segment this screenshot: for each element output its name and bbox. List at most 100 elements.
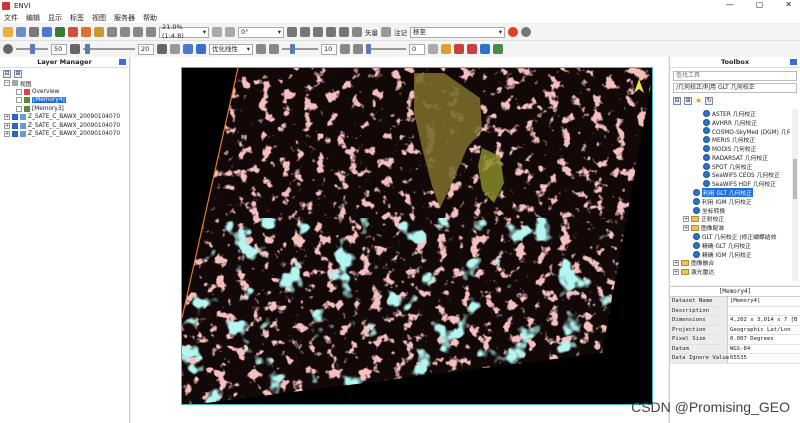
expand-icon[interactable]: + (4, 114, 10, 121)
vector-edit-icon[interactable] (352, 27, 362, 37)
chart-icon[interactable] (441, 44, 451, 54)
toolbox-item[interactable]: 精确 IGM 几何校正 (673, 250, 790, 259)
point-icon[interactable] (313, 27, 323, 37)
transparency-slider[interactable] (366, 44, 406, 54)
brightness-value[interactable]: 50 (51, 43, 67, 55)
layer-item-memory3[interactable]: [Memory3] (4, 105, 129, 114)
toolbox-item[interactable]: + 图像配准 (673, 223, 790, 232)
select-icon[interactable] (68, 27, 78, 37)
transparency-value[interactable]: 0 (409, 43, 425, 55)
toolbox-item[interactable]: 坐标转换 (673, 206, 790, 215)
menu-help[interactable]: 帮助 (143, 13, 157, 23)
rotate-right-icon[interactable] (225, 27, 235, 37)
menu-file[interactable]: 文件 (4, 13, 18, 23)
layer-icon[interactable] (480, 44, 490, 54)
pan-icon[interactable] (55, 27, 65, 37)
sharpen-slider[interactable] (282, 44, 318, 54)
expand-icon[interactable]: + (673, 268, 679, 275)
contrast-value[interactable]: 20 (138, 43, 154, 55)
menu-view[interactable]: 视图 (92, 13, 106, 23)
annotation-button[interactable]: 注记 (394, 27, 407, 37)
layer-item-memory4[interactable]: [Memory4] (4, 96, 129, 105)
toolbox-item[interactable]: SeaWiFS CEOS 几何校正 (673, 171, 790, 179)
property-value[interactable]: WGS-84 (728, 345, 750, 354)
layer-checkbox[interactable] (16, 97, 22, 104)
toolbox-item[interactable]: AVHRR 几何校正 (673, 118, 790, 127)
expand-icon[interactable]: + (4, 131, 10, 138)
layer-checkbox[interactable] (12, 114, 18, 121)
vector-icon[interactable] (287, 27, 297, 37)
property-value[interactable]: Geographic Lat/Lon (728, 326, 791, 335)
property-value[interactable] (728, 307, 730, 316)
layer-checkbox[interactable] (16, 88, 22, 95)
zoom-out-icon[interactable] (120, 27, 130, 37)
search-icon[interactable] (521, 27, 531, 37)
sharpen-toggle-icon[interactable] (269, 44, 279, 54)
property-value[interactable]: 4,202 x 3,014 x 7 [B (728, 316, 797, 325)
open-file-icon[interactable] (3, 27, 13, 37)
expand-icon[interactable]: + (683, 215, 689, 222)
satellite-image[interactable]: N (181, 67, 653, 405)
image-view[interactable]: N (131, 57, 668, 423)
toolbox-item[interactable]: RADARSAT 几何校正 (673, 153, 790, 162)
zoom-select[interactable]: 21.0% (1:4.8) ▾ (159, 23, 209, 40)
cursor-value-icon[interactable] (42, 27, 52, 37)
layer-item-sate-1[interactable]: + Z_SATE_C_BAWX_20090104070 (4, 113, 129, 122)
toolbox-item[interactable]: MERIS 几何校正 (673, 135, 790, 144)
zoom-in-icon[interactable] (107, 27, 117, 37)
layer-checkbox[interactable] (12, 122, 18, 129)
collapse-all-button[interactable]: ⊟ (673, 96, 681, 105)
minimize-button[interactable]: — (726, 0, 734, 9)
toolbox-item[interactable]: ASTER 几何校正 (673, 109, 790, 118)
toolbox-item[interactable]: MODIS 几何校正 (673, 144, 790, 153)
stretch-select[interactable]: 优化线性 ▾ (209, 43, 253, 55)
expand-all-button[interactable]: ⊞ (14, 69, 22, 78)
collapse-icon[interactable]: − (4, 80, 10, 87)
expand-icon[interactable]: + (673, 259, 679, 266)
roam-icon[interactable] (81, 27, 91, 37)
sharpen-icon[interactable] (256, 44, 266, 54)
property-value[interactable]: 65535 (728, 354, 747, 363)
stretch-icon[interactable] (170, 44, 180, 54)
envi-help-icon[interactable] (508, 27, 518, 37)
vector-button[interactable]: 矢量 (365, 27, 378, 37)
menu-display[interactable]: 显示 (48, 13, 62, 23)
feature-counting-icon[interactable] (428, 44, 438, 54)
rotation-select[interactable]: 0° ▾ (238, 26, 284, 38)
toolbox-item[interactable]: GLT 几何校正 (修正蝴蝶结效 (673, 232, 790, 241)
goto-select[interactable]: 移至 ▾ (410, 26, 505, 38)
toolbox-item[interactable]: + 图像融合 (673, 259, 790, 267)
toolbox-item[interactable]: 利用 IGM 几何校正 (673, 197, 790, 206)
polygon-icon[interactable] (300, 27, 310, 37)
brightness-slider[interactable] (16, 44, 48, 54)
toolbox-search-input[interactable]: 查找工具 (673, 71, 797, 81)
contrast-slider[interactable] (83, 44, 135, 54)
property-value[interactable]: [Memory4] (728, 297, 760, 306)
menu-label[interactable]: 标签 (70, 13, 84, 23)
menu-edit[interactable]: 编辑 (26, 13, 40, 23)
refresh-button[interactable]: ↻ (705, 96, 714, 105)
transparency-toggle-icon[interactable] (353, 44, 363, 54)
toolbox-item[interactable]: COSMO-SkyMed (DGM) 几何 (673, 127, 790, 136)
histogram-icon[interactable] (183, 44, 193, 54)
data-manager-icon[interactable] (16, 27, 26, 37)
collapse-all-button[interactable]: ⊟ (3, 69, 11, 78)
pin-icon[interactable] (790, 59, 797, 65)
layer-checkbox[interactable] (16, 105, 22, 112)
maximize-button[interactable]: ▢ (756, 0, 764, 9)
toolbox-item[interactable]: 精确 GLT 几何校正 (673, 241, 790, 250)
crosshair-icon[interactable] (94, 27, 104, 37)
fixed-zoom-icon[interactable] (133, 27, 143, 37)
close-button[interactable]: ✕ (785, 0, 792, 9)
layer-item-sate-3[interactable]: + Z_SATE_C_BAWX_20090104070 (4, 130, 129, 139)
property-value[interactable]: 0.007 Degrees (728, 335, 774, 344)
toolbox-item[interactable]: + 正射校正 (673, 215, 790, 223)
polyline-icon[interactable] (326, 27, 336, 37)
layer-item-overview[interactable]: Overview (4, 88, 129, 97)
menu-server[interactable]: 服务器 (114, 13, 135, 23)
expand-icon[interactable]: + (4, 122, 10, 129)
pin-icon[interactable] (119, 59, 126, 65)
expand-all-button[interactable]: ⊞ (684, 96, 692, 105)
toolbox-scrollbar[interactable] (792, 109, 798, 281)
rotate-icon[interactable] (212, 27, 222, 37)
